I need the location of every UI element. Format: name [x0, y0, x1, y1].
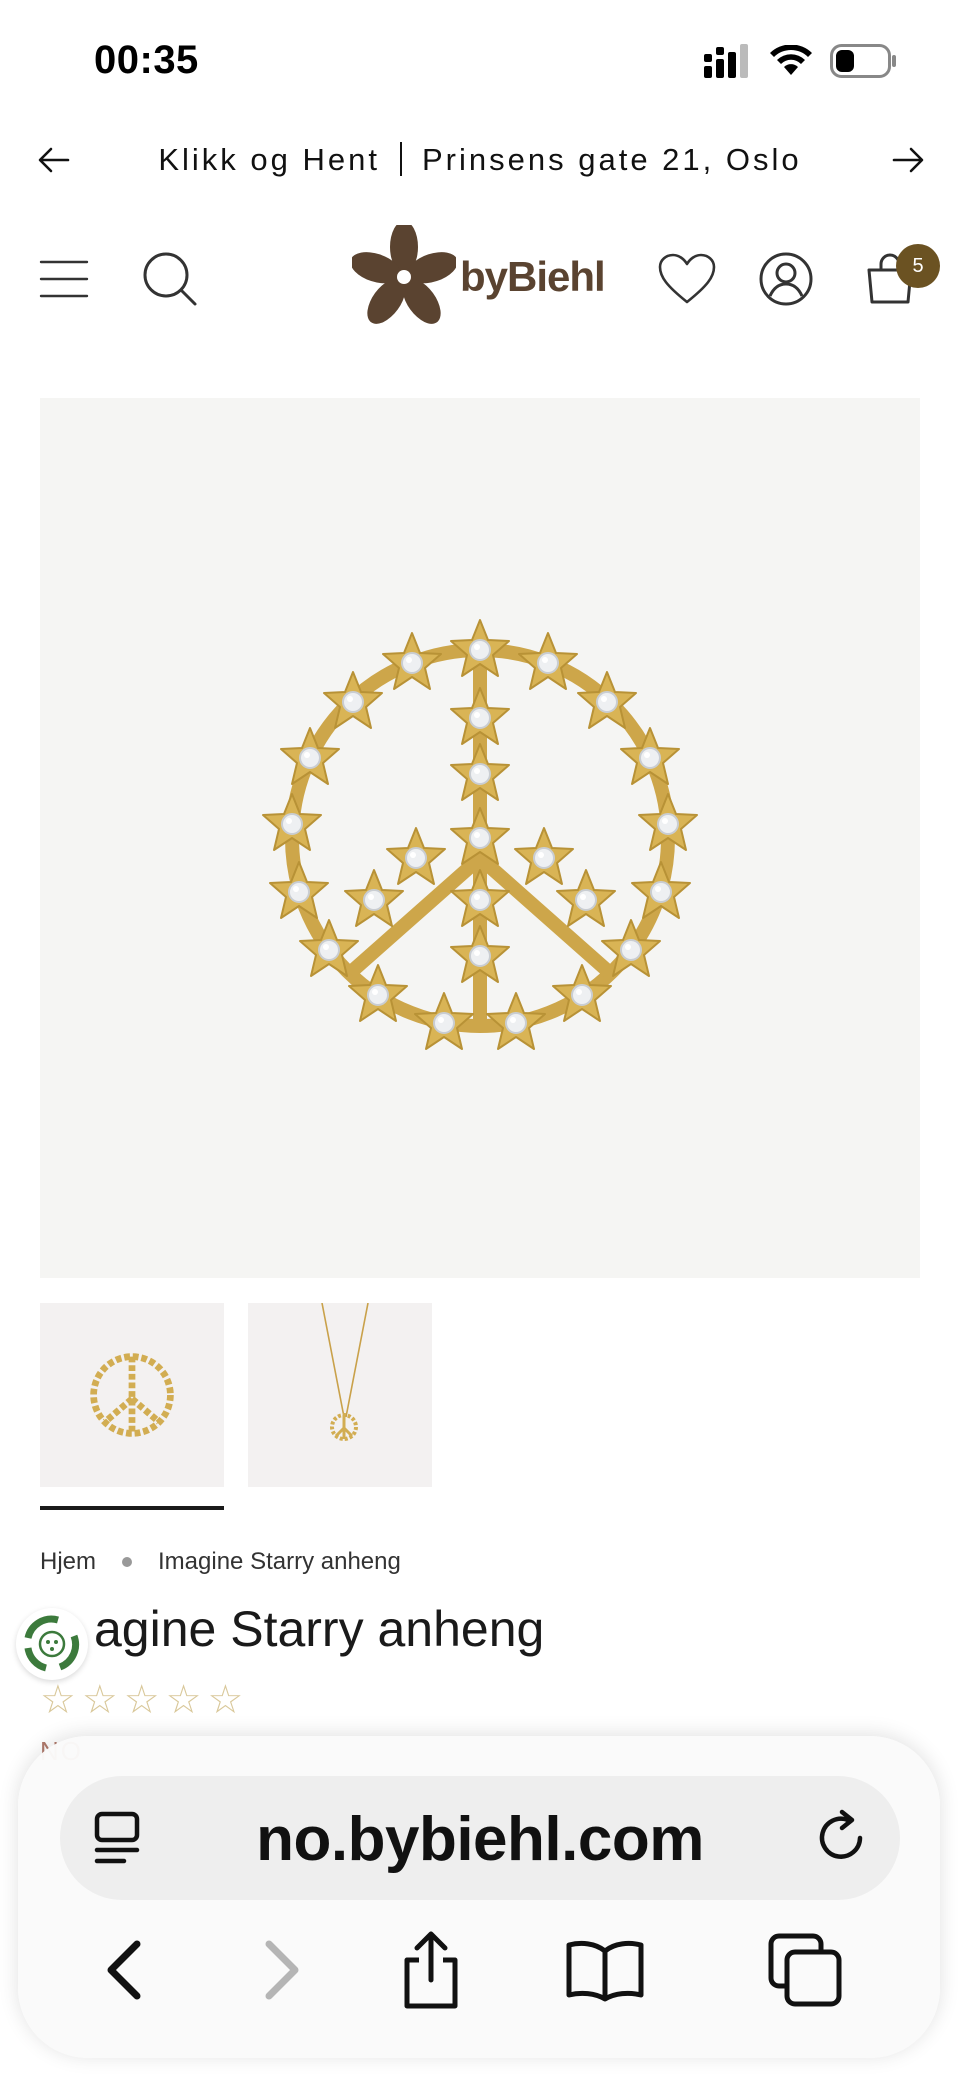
eco-badge[interactable]: [16, 1608, 88, 1680]
wishlist-button[interactable]: [652, 244, 722, 314]
search-icon: [143, 252, 197, 306]
heart-icon: [658, 253, 716, 304]
breadcrumb-current: Imagine Starry anheng: [158, 1548, 401, 1575]
share-button[interactable]: [386, 1930, 476, 2010]
menu-button[interactable]: [34, 244, 94, 314]
product-thumbnail-2[interactable]: [248, 1303, 432, 1487]
status-time: 00:35: [94, 38, 199, 82]
announcement-divider: [400, 141, 402, 176]
recycle-leaf-icon: [24, 1615, 80, 1672]
tabs-button[interactable]: [760, 1930, 850, 2010]
peace-star-pendant-image: [262, 619, 698, 1050]
status-icons: [704, 44, 896, 78]
necklace-thumbnail-image: [321, 1303, 369, 1441]
product-image-main[interactable]: [40, 398, 920, 1278]
share-icon: [404, 1931, 458, 2009]
star-icon: ☆: [40, 1678, 76, 1722]
flower-logo-icon: [352, 225, 456, 324]
announcement-left-text[interactable]: Klikk og Hent: [158, 142, 380, 177]
forward-chevron-icon: [265, 1940, 299, 2000]
forward-button[interactable]: [238, 1930, 328, 2010]
address-bar[interactable]: no.bybiehl.com: [60, 1776, 900, 1900]
breadcrumb-home[interactable]: Hjem: [40, 1548, 96, 1576]
announcement-next-button[interactable]: [886, 140, 930, 180]
breadcrumb: Hjem Imagine Starry anheng: [40, 1548, 401, 1576]
back-button[interactable]: [78, 1930, 168, 2010]
bookmarks-button[interactable]: [560, 1930, 650, 2010]
announcement-right-text[interactable]: Prinsens gate 21, Oslo: [422, 142, 802, 177]
url-text[interactable]: no.bybiehl.com: [60, 1804, 900, 1875]
back-chevron-icon: [107, 1940, 141, 2000]
star-icon: ☆: [123, 1678, 160, 1722]
reload-button[interactable]: [816, 1808, 870, 1871]
arrow-right-icon: [892, 147, 924, 173]
logo-text: byBiehl: [460, 253, 606, 300]
breadcrumb-separator: [122, 1557, 133, 1567]
cart-count-badge: 5: [896, 244, 940, 288]
pendant-thumbnail-image: [90, 1353, 174, 1437]
cellular-signal-icon: [704, 44, 748, 78]
product-thumbnail-1[interactable]: [40, 1303, 224, 1487]
active-thumbnail-indicator: [40, 1506, 224, 1510]
account-button[interactable]: [756, 244, 816, 314]
reload-icon: [819, 1809, 863, 1859]
rating-stars[interactable]: ☆ ☆ ☆ ☆ ☆: [40, 1680, 243, 1720]
star-icon: ☆: [207, 1678, 244, 1722]
star-icon: ☆: [81, 1678, 118, 1722]
wifi-icon: [770, 45, 812, 75]
star-icon: ☆: [165, 1678, 202, 1722]
bookmarks-icon: [566, 1940, 644, 2002]
announcement-bar: Klikk og Hent Prinsens gate 21, Oslo: [0, 130, 960, 190]
hamburger-menu-icon: [39, 260, 89, 298]
battery-icon: [830, 44, 896, 78]
user-account-icon: [759, 252, 813, 306]
product-title: agine Starry anheng: [94, 1601, 545, 1657]
search-button[interactable]: [140, 244, 200, 314]
site-logo[interactable]: byBiehl: [352, 222, 612, 332]
tabs-icon: [768, 1933, 842, 2007]
